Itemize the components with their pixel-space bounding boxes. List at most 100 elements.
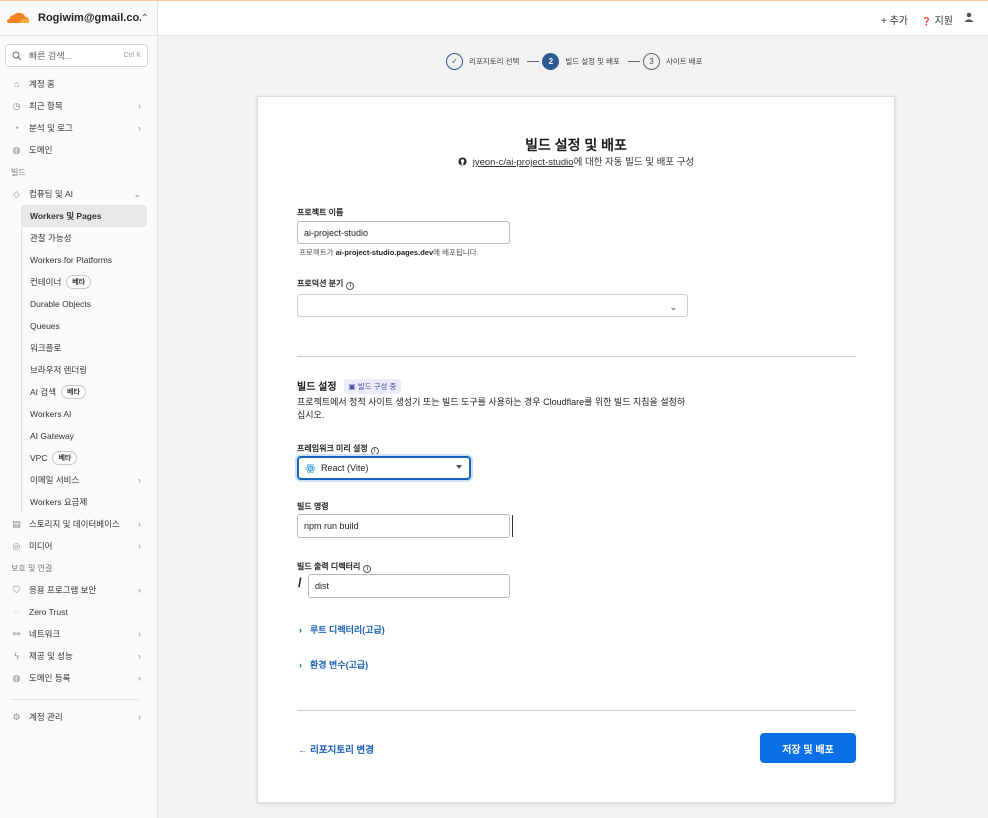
nav-zero-trust[interactable]: ◌ Zero Trust xyxy=(0,601,157,623)
chevron-right-icon: › xyxy=(138,585,141,595)
nav-app-security[interactable]: ⛉ 응용 프로그램 보안 › xyxy=(0,579,157,601)
chevron-right-icon: › xyxy=(138,123,141,133)
build-command-label: 빌드 명령 xyxy=(297,502,329,511)
chevron-right-icon: › xyxy=(299,625,302,635)
step-2-label: 빌드 설정 및 배포 xyxy=(565,56,620,66)
repo-link[interactable]: jyeon-c/ai-project-studio xyxy=(473,157,574,168)
build-settings-title: 빌드 설정 ▣ 빌드 구성 중 xyxy=(297,378,402,394)
nav-compute-ai[interactable]: ◇ 컴퓨팅 및 AI ⌄ xyxy=(0,183,157,205)
nav-account-home[interactable]: ⌂ 계정 홈 xyxy=(0,73,157,95)
account-switcher[interactable]: Rogiwim@gmail.co... ⌃ xyxy=(0,1,157,36)
nav-observability[interactable]: 관찰 가능성 xyxy=(21,227,157,249)
search-placeholder: 빠른 검색... xyxy=(29,51,73,61)
chevron-right-icon: › xyxy=(138,541,141,551)
nav-ai-gateway[interactable]: AI Gateway xyxy=(21,425,157,447)
card-title: 빌드 설정 및 배포 xyxy=(525,137,627,153)
compute-icon: ◇ xyxy=(13,188,20,199)
step-1-check-icon: ✓ xyxy=(446,52,463,70)
info-icon[interactable]: i xyxy=(370,447,379,455)
footer-divider xyxy=(297,710,856,711)
search-shortcut: Ctrl K xyxy=(123,52,142,59)
chevron-updown-icon: ⌃ xyxy=(140,12,149,24)
chevron-right-icon: › xyxy=(138,629,141,639)
output-dir-label: 빌드 출력 디렉터리 i xyxy=(297,561,372,573)
cloudflare-logo-icon xyxy=(7,12,29,23)
nav-workers-plans[interactable]: Workers 요금제 xyxy=(21,491,157,513)
stepper: ✓ 리포지토리 선택 2 빌드 설정 및 배포 3 사이트 배포 xyxy=(446,51,708,71)
root-dir-toggle[interactable]: › 루트 디렉터리(고급) xyxy=(299,623,385,636)
quick-search[interactable]: 빠른 검색... Ctrl K xyxy=(5,44,148,67)
build-settings-description: 프로젝트에서 정적 사이트 생성기 또는 빌드 도구를 사용하는 경우 Clou… xyxy=(297,397,686,420)
nav-media[interactable]: ◎ 미디어 › xyxy=(0,535,157,557)
chevron-down-icon: ⌄ xyxy=(133,188,141,199)
step-connector xyxy=(527,60,540,62)
framework-preset-select[interactable]: React (Vite) xyxy=(297,456,471,480)
nav-ai-search[interactable]: AI 검색 베타 xyxy=(21,381,157,403)
chevron-down-icon: ⌄ xyxy=(669,302,677,312)
media-icon: ◎ xyxy=(12,540,21,551)
react-icon xyxy=(305,463,316,473)
chevron-right-icon: › xyxy=(138,651,141,661)
section-build: 빌드 xyxy=(11,167,26,177)
top-bar: + 추가 ❓ 지원 xyxy=(158,1,988,36)
build-config-badge: ▣ 빌드 구성 중 xyxy=(343,379,402,394)
chevron-right-icon: › xyxy=(138,712,141,722)
card-subtitle: jyeon-c/ai-project-studio에 대한 자동 빌드 및 배포… xyxy=(258,154,894,168)
network-icon: ⚯ xyxy=(12,628,21,639)
nav-storage-db[interactable]: ▤ 스토리지 및 데이터베이스 › xyxy=(0,513,157,535)
nav-recent[interactable]: ◷ 최근 항목 › xyxy=(0,95,157,117)
production-branch-select[interactable]: ⌄ xyxy=(297,294,688,317)
config-icon: ▣ xyxy=(348,382,358,391)
nav-domains[interactable]: ◍ 도메인 xyxy=(0,139,157,161)
chevron-right-icon: › xyxy=(299,660,302,670)
info-icon[interactable]: i xyxy=(346,282,355,290)
nav-workers-ai[interactable]: Workers AI xyxy=(21,403,157,425)
nav-network[interactable]: ⚯ 네트워크 › xyxy=(0,623,157,645)
project-name-input[interactable]: ai-project-studio xyxy=(297,221,510,244)
nav-workflows[interactable]: 워크플로 xyxy=(21,337,157,359)
globe-icon: ◍ xyxy=(12,672,21,683)
beta-badge: 베타 xyxy=(52,451,78,465)
nav-vpc[interactable]: VPC 베타 xyxy=(21,447,157,469)
globe-icon: ◍ xyxy=(12,144,21,155)
user-icon[interactable] xyxy=(963,11,975,23)
step-1-label: 리포지토리 선택 xyxy=(469,56,520,66)
main-content: ✓ 리포지토리 선택 2 빌드 설정 및 배포 3 사이트 배포 빌드 설정 및… xyxy=(158,36,988,818)
zero-trust-icon: ◌ xyxy=(13,607,20,617)
output-dir-prefix: / xyxy=(298,575,302,590)
shield-icon: ⛉ xyxy=(13,584,20,595)
nav-analytics[interactable]: ◔ 분석 및 로그 › xyxy=(0,117,157,139)
chevron-right-icon: › xyxy=(138,101,141,111)
add-button[interactable]: + 추가 xyxy=(881,12,908,27)
chevron-right-icon: › xyxy=(138,475,141,485)
beta-badge: 베타 xyxy=(66,275,92,289)
project-name-label: 프로젝트 이름 xyxy=(297,208,344,217)
nav-domain-registration[interactable]: ◍ 도메인 등록 › xyxy=(0,667,157,689)
env-vars-toggle[interactable]: › 환경 변수(고급) xyxy=(299,658,368,671)
nav-browser-rendering[interactable]: 브라우저 렌더링 xyxy=(21,359,157,381)
nav-email-service[interactable]: 이메일 서비스 › xyxy=(21,469,157,491)
nav-workers-pages[interactable]: Workers 및 Pages xyxy=(21,205,147,227)
nav-containers[interactable]: 컨테이너 베타 xyxy=(21,271,157,293)
chevron-right-icon: › xyxy=(138,673,141,683)
nav-queues[interactable]: Queues xyxy=(21,315,157,337)
save-deploy-button[interactable]: 저장 및 배포 xyxy=(760,733,856,763)
step-3-label: 사이트 배포 xyxy=(665,56,703,66)
analytics-icon: ◔ xyxy=(13,123,20,133)
caret-down-icon xyxy=(456,465,462,469)
build-command-input[interactable]: npm run build xyxy=(297,514,510,538)
output-dir-input[interactable]: dist xyxy=(308,574,510,598)
framework-preset-label: 프레임워크 미리 설정 i xyxy=(297,443,379,455)
nav-delivery-perf[interactable]: ϟ 제공 및 성능 › xyxy=(0,645,157,667)
text-cursor xyxy=(512,515,513,537)
nav-account-manage[interactable]: ⚙ 계정 관리 › xyxy=(0,706,157,728)
info-icon[interactable]: i xyxy=(363,565,372,573)
support-button[interactable]: ❓ 지원 xyxy=(922,12,953,27)
github-icon xyxy=(458,157,467,166)
nav-durable-objects[interactable]: Durable Objects xyxy=(21,293,157,315)
search-icon xyxy=(12,51,22,60)
step-3-number: 3 xyxy=(642,52,660,70)
nav-workers-platforms[interactable]: Workers for Platforms xyxy=(21,249,157,271)
section-protect: 보호 및 연결 xyxy=(11,563,53,573)
change-repo-link[interactable]: ← 리포지토리 변경 xyxy=(298,742,374,756)
